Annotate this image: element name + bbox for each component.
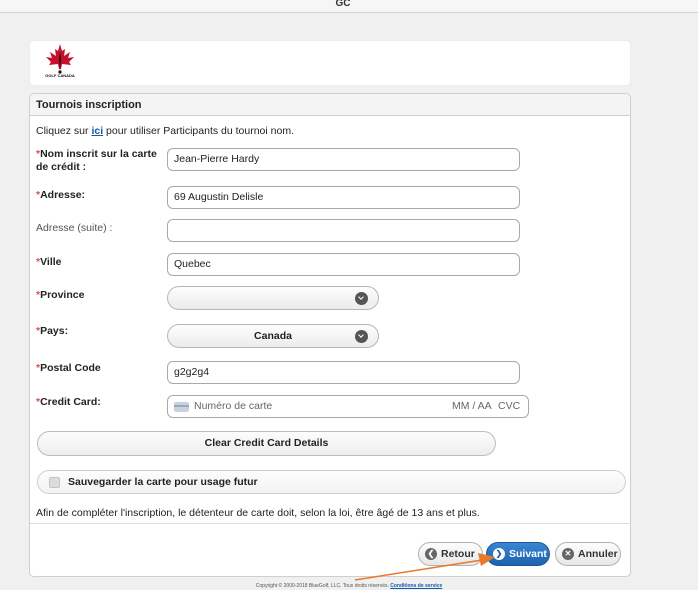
window-title-bar: GC xyxy=(0,0,698,13)
province-select[interactable] xyxy=(167,286,379,310)
card-expiry-input[interactable]: MM / AA xyxy=(452,396,492,417)
window-title: GC xyxy=(335,0,351,9)
credit-card-icon xyxy=(174,402,189,412)
divider xyxy=(30,523,630,524)
next-button[interactable]: ❯ Suivant xyxy=(486,542,550,566)
intro-text: Cliquez sur ici pour utiliser Participan… xyxy=(36,125,294,137)
age-notice: Afin de compléter l'inscription, le déte… xyxy=(36,507,480,519)
postal-code-field[interactable]: g2g2g4 xyxy=(167,361,520,384)
terms-link[interactable]: Conditions de service xyxy=(390,583,442,589)
name-field[interactable]: Jean-Pierre Hardy xyxy=(167,148,520,171)
participant-link[interactable]: ici xyxy=(91,125,103,137)
country-label: *Pays: xyxy=(36,325,168,338)
golf-canada-logo-icon xyxy=(46,44,74,74)
address-label-text: Adresse: xyxy=(40,189,86,201)
copyright: Copyright © 2000-2018 BlueGolf, LLC. Tou… xyxy=(0,583,698,589)
city-field[interactable]: Quebec xyxy=(167,253,520,276)
intro-after: pour utiliser Participants du tournoi no… xyxy=(103,125,294,137)
close-icon: ✕ xyxy=(562,548,574,560)
save-card-toggle[interactable]: Sauvegarder la carte pour usage futur xyxy=(37,470,626,494)
country-value: Canada xyxy=(254,330,292,342)
postal-label-text: Postal Code xyxy=(40,362,101,374)
city-label-text: Ville xyxy=(40,256,62,268)
card-number-input[interactable]: Numéro de carte xyxy=(194,396,272,417)
country-select[interactable]: Canada xyxy=(167,324,379,348)
copyright-text: Copyright © 2000-2018 BlueGolf, LLC. Tou… xyxy=(255,583,389,589)
cancel-button[interactable]: ✕ Annuler xyxy=(555,542,621,566)
save-card-checkbox[interactable] xyxy=(49,477,60,488)
card-cvc-input[interactable]: CVC xyxy=(498,396,520,417)
postal-label: *Postal Code xyxy=(36,362,168,375)
address-field[interactable]: 69 Augustin Delisle xyxy=(167,186,520,209)
city-label: *Ville xyxy=(36,256,168,269)
credit-card-label: *Credit Card: xyxy=(36,396,168,409)
registration-panel: Tournois inscription Cliquez sur ici pou… xyxy=(29,93,631,577)
country-label-text: Pays: xyxy=(40,325,69,337)
chevron-down-icon xyxy=(355,292,368,305)
province-label: *Province xyxy=(36,289,168,302)
clear-card-button[interactable]: Clear Credit Card Details xyxy=(37,431,496,456)
credit-card-label-text: Credit Card: xyxy=(40,396,101,408)
panel-title: Tournois inscription xyxy=(30,94,630,116)
back-label: Retour xyxy=(441,548,475,560)
chevron-down-icon xyxy=(355,330,368,343)
name-label-text: Nom inscrit sur la carte de crédit : xyxy=(36,148,157,173)
intro-before: Cliquez sur xyxy=(36,125,92,137)
logo-text: GOLF CANADA xyxy=(45,73,75,78)
cancel-label: Annuler xyxy=(578,548,618,560)
back-button[interactable]: ❮ Retour xyxy=(418,542,483,566)
province-label-text: Province xyxy=(40,289,85,301)
logo-banner: GOLF CANADA xyxy=(29,40,631,86)
address-label: *Adresse: xyxy=(36,189,168,202)
back-arrow-icon: ❮ xyxy=(425,548,437,560)
next-arrow-icon: ❯ xyxy=(493,548,505,560)
address2-field[interactable] xyxy=(167,219,520,242)
next-label: Suivant xyxy=(509,548,547,560)
address2-label: Adresse (suite) : xyxy=(36,222,113,234)
credit-card-field[interactable]: Numéro de carte MM / AA CVC xyxy=(167,395,529,418)
save-card-label: Sauvegarder la carte pour usage futur xyxy=(68,476,258,488)
name-label: *Nom inscrit sur la carte de crédit : xyxy=(36,148,168,174)
